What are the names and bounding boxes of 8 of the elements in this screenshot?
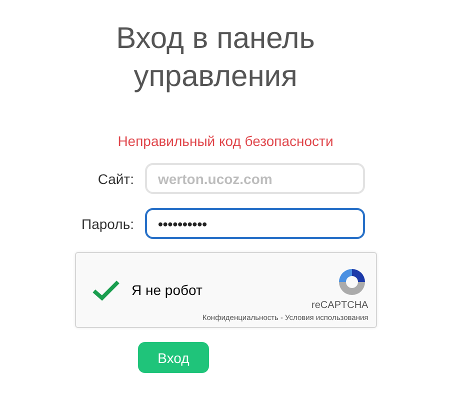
field-label: Пароль: [80, 216, 134, 232]
input-field[interactable]: •••••••••• [145, 208, 365, 239]
captcha-brand: reCAPTCHA [312, 300, 368, 311]
page-title: Вход в панель управления [115, 21, 316, 95]
error-message: Неправильный код безопасности [118, 132, 334, 150]
captcha-label: Я не робот [132, 282, 202, 298]
input-field[interactable]: werton.ucoz.com [145, 163, 365, 194]
field-label: Сайт: [96, 170, 134, 186]
